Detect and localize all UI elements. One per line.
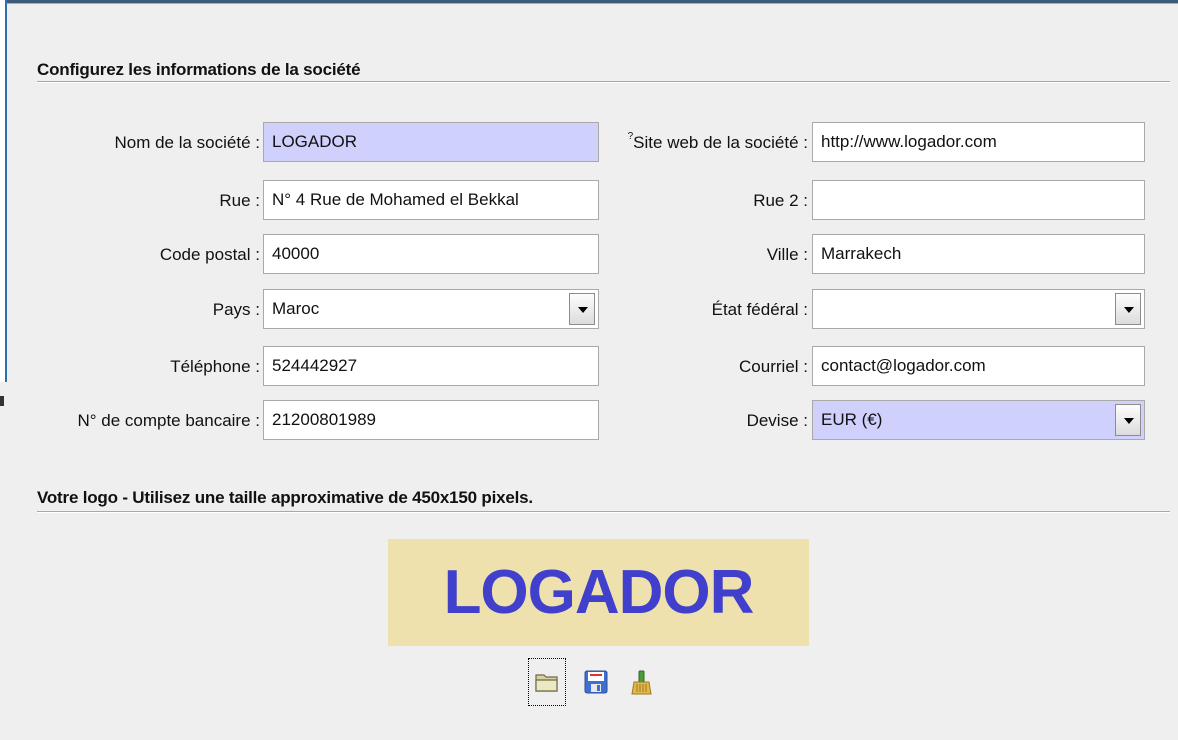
section-title-logo: Votre logo - Utilisez une taille approxi… bbox=[37, 488, 533, 507]
bank-account-field[interactable]: 21200801989 bbox=[263, 400, 599, 440]
logo-text: LOGADOR bbox=[443, 558, 755, 627]
label-currency: Devise : bbox=[746, 411, 808, 430]
country-select-value: Maroc bbox=[272, 299, 320, 318]
website-field[interactable]: http://www.logador.com bbox=[812, 122, 1145, 162]
save-logo-button[interactable] bbox=[578, 658, 616, 706]
label-company-name: Nom de la société : bbox=[114, 133, 260, 152]
label-email: Courriel : bbox=[739, 357, 808, 376]
label-phone: Téléphone : bbox=[170, 357, 260, 376]
state-select[interactable] bbox=[812, 289, 1145, 329]
chevron-down-icon[interactable] bbox=[1115, 293, 1141, 325]
currency-select-value: EUR (€) bbox=[821, 410, 883, 429]
label-postal-code: Code postal : bbox=[159, 245, 260, 264]
open-logo-button[interactable] bbox=[528, 658, 566, 706]
window-top-border-shadow bbox=[0, 3, 1178, 4]
label-country: Pays : bbox=[212, 300, 260, 319]
phone-field[interactable]: 524442927 bbox=[263, 346, 599, 386]
chevron-down-icon[interactable] bbox=[1115, 404, 1141, 436]
currency-select[interactable]: EUR (€) bbox=[812, 400, 1145, 440]
city-field[interactable]: Marrakech bbox=[812, 234, 1145, 274]
left-panel-edge bbox=[0, 0, 7, 382]
clear-logo-button[interactable] bbox=[624, 658, 662, 706]
website-marker: ? bbox=[627, 131, 634, 142]
label-street: Rue : bbox=[219, 191, 260, 210]
label-street2: Rue 2 : bbox=[753, 191, 808, 210]
street2-field[interactable] bbox=[812, 180, 1145, 220]
company-name-field[interactable]: LOGADOR bbox=[263, 122, 599, 162]
left-panel-marker bbox=[0, 396, 4, 406]
email-field[interactable]: contact@logador.com bbox=[812, 346, 1145, 386]
company-logo-preview: LOGADOR bbox=[388, 539, 809, 646]
logo-section-divider bbox=[37, 511, 1170, 513]
label-state: État fédéral : bbox=[711, 300, 808, 319]
save-disk-icon bbox=[584, 670, 608, 694]
clear-broom-icon bbox=[631, 670, 652, 695]
street-field[interactable]: N° 4 Rue de Mohamed el Bekkal bbox=[263, 180, 599, 220]
label-city: Ville : bbox=[766, 245, 808, 264]
label-website-text: Site web de la société : bbox=[633, 133, 808, 152]
country-select[interactable]: Maroc bbox=[263, 289, 599, 329]
label-website: ?Site web de la société : bbox=[560, 131, 808, 153]
postal-code-field[interactable]: 40000 bbox=[263, 234, 599, 274]
section-title-company: Configurez les informations de la sociét… bbox=[37, 60, 361, 79]
folder-open-icon bbox=[535, 674, 558, 692]
section-divider bbox=[37, 81, 1170, 83]
label-bank-account: N° de compte bancaire : bbox=[77, 411, 260, 430]
